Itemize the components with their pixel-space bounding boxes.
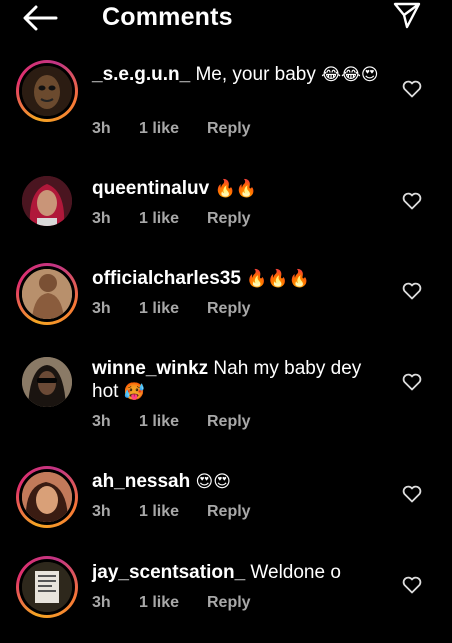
comment-item: ah_nessah 😍😍 3h 1 like Reply [0, 463, 452, 553]
comment-emoji: 🥵 [123, 382, 145, 401]
comment-time: 3h [92, 594, 111, 611]
avatar[interactable] [16, 556, 78, 618]
comment-body: Weldone o [245, 562, 341, 583]
comment-text: officialcharles35 🔥🔥🔥 [92, 267, 382, 290]
comment-time: 3h [92, 413, 111, 430]
comment-time: 3h [92, 210, 111, 227]
comment-emoji: 😂😂😍 [321, 65, 379, 84]
comment-username[interactable]: _s.e.g.u.n_ [92, 64, 190, 85]
back-arrow-icon[interactable] [22, 5, 58, 31]
comment-text: jay_scentsation_ Weldone o [92, 561, 382, 584]
page-title: Comments [102, 3, 233, 31]
comment-item: officialcharles35 🔥🔥🔥 3h 1 like Reply [0, 260, 452, 350]
comment-likes[interactable]: 1 like [139, 594, 179, 612]
reply-button[interactable]: Reply [207, 300, 251, 318]
comment-likes[interactable]: 1 like [139, 413, 179, 431]
reply-button[interactable]: Reply [207, 210, 251, 228]
comment-username[interactable]: ah_nessah [92, 471, 190, 492]
comment-body: Me, your baby [190, 64, 322, 85]
comment-username[interactable]: jay_scentsation_ [92, 562, 245, 583]
comment-username[interactable]: queentinaluv [92, 178, 209, 199]
comment-time: 3h [92, 300, 111, 317]
heart-icon[interactable] [402, 576, 422, 594]
heart-icon[interactable] [402, 373, 422, 391]
reply-button[interactable]: Reply [207, 413, 251, 431]
comment-time: 3h [92, 120, 111, 137]
comment-username[interactable]: winne_winkz [92, 358, 208, 379]
heart-icon[interactable] [402, 80, 422, 98]
comment-likes[interactable]: 1 like [139, 210, 179, 228]
comment-emoji: 🔥🔥🔥 [246, 269, 310, 288]
reply-button[interactable]: Reply [207, 120, 251, 138]
comment-text: queentinaluv 🔥🔥 [92, 177, 382, 200]
comment-time: 3h [92, 503, 111, 520]
comment-text: winne_winkz Nah my baby dey hot 🥵 [92, 357, 382, 403]
comment-item: winne_winkz Nah my baby dey hot 🥵 3h 1 l… [0, 350, 452, 440]
comment-item: queentinaluv 🔥🔥 3h 1 like Reply [0, 170, 452, 260]
heart-icon[interactable] [402, 192, 422, 210]
avatar[interactable] [16, 263, 78, 325]
reply-button[interactable]: Reply [207, 503, 251, 521]
heart-icon[interactable] [402, 485, 422, 503]
heart-icon[interactable] [402, 282, 422, 300]
comment-emoji: 😍😍 [195, 472, 231, 491]
avatar[interactable] [16, 60, 78, 122]
avatar[interactable] [16, 170, 78, 232]
avatar[interactable] [16, 466, 78, 528]
comment-username[interactable]: officialcharles35 [92, 268, 241, 289]
top-bar: Comments [0, 0, 452, 36]
comment-text: ah_nessah 😍😍 [92, 470, 382, 493]
paper-plane-icon[interactable] [392, 0, 422, 30]
reply-button[interactable]: Reply [207, 594, 251, 612]
comment-text: _s.e.g.u.n_ Me, your baby 😂😂😍 [92, 63, 382, 86]
comment-likes[interactable]: 1 like [139, 120, 179, 138]
comment-emoji: 🔥🔥 [214, 179, 257, 198]
comment-likes[interactable]: 1 like [139, 300, 179, 318]
comment-likes[interactable]: 1 like [139, 503, 179, 521]
avatar[interactable] [16, 351, 78, 413]
comment-item: _s.e.g.u.n_ Me, your baby 😂😂😍 3h 1 like … [0, 58, 452, 148]
